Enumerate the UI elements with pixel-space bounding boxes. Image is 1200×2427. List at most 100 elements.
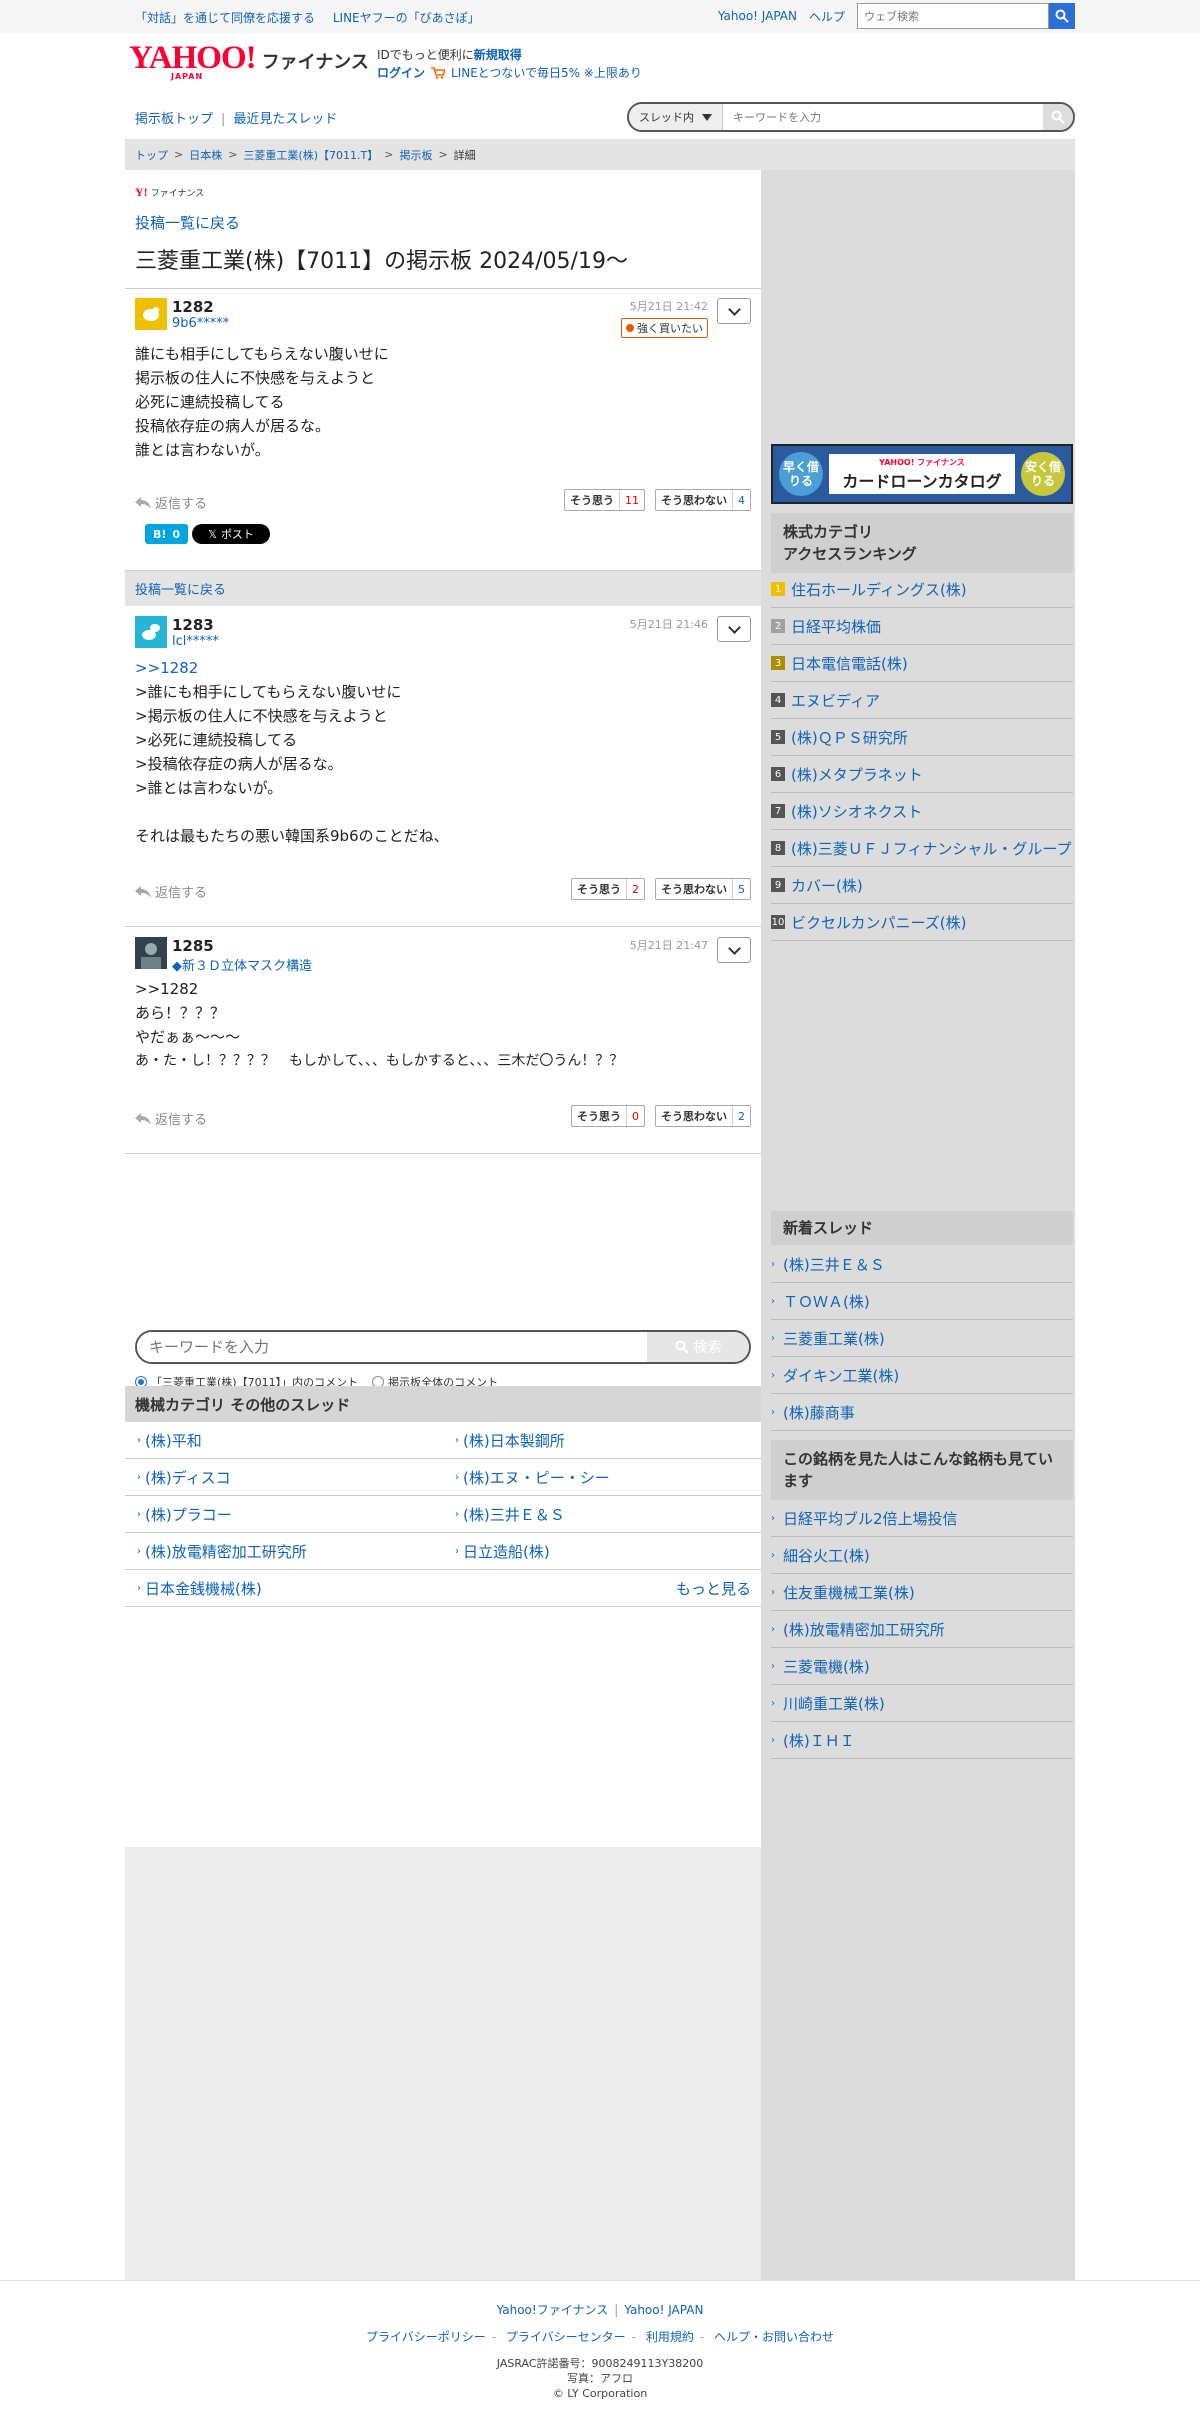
thread-link[interactable]: 日立造船(株) <box>463 1541 550 1562</box>
search-scope-select[interactable]: スレッド内 <box>629 104 723 130</box>
agree-button[interactable]: そう思う 11 <box>564 489 645 511</box>
avatar[interactable] <box>135 616 167 648</box>
thread-link[interactable]: (株)ディスコ <box>145 1467 231 1488</box>
stock-list-item[interactable]: › (株)藤商事 <box>771 1394 1073 1431</box>
thread-link[interactable]: (株)エヌ・ピー・シー <box>463 1467 610 1488</box>
stock-link[interactable]: (株)藤商事 <box>783 1402 855 1423</box>
stock-list-item[interactable]: › 三菱電機(株) <box>771 1648 1073 1685</box>
category-thread[interactable]: › (株)エヌ・ピー・シー <box>443 1467 761 1488</box>
web-search-input[interactable] <box>857 3 1049 29</box>
stock-list-item[interactable]: › (株)三井Ｅ＆Ｓ <box>771 1246 1073 1283</box>
stock-link[interactable]: 住友重機械工業(株) <box>783 1582 915 1603</box>
ranking-item[interactable]: 9 カバー(株) <box>771 867 1073 904</box>
breadcrumb-jp-stocks[interactable]: 日本株 <box>189 147 222 163</box>
stock-link[interactable]: 日本電信電話(株) <box>791 653 908 674</box>
privacy-center-link[interactable]: プライバシーセンター <box>506 2330 626 2344</box>
disagree-button[interactable]: そう思わない 4 <box>655 489 751 511</box>
more-link[interactable]: もっと見る <box>676 1578 761 1599</box>
category-thread[interactable]: › (株)三井Ｅ＆Ｓ <box>443 1504 761 1525</box>
thread-link[interactable]: (株)平和 <box>145 1430 202 1451</box>
x-post-button[interactable]: 𝕏 ポスト <box>192 524 270 544</box>
privacy-policy-link[interactable]: プライバシーポリシー <box>366 2330 486 2344</box>
stock-list-item[interactable]: › 三菱重工業(株) <box>771 1320 1073 1357</box>
post-menu-button[interactable] <box>717 298 751 324</box>
breadcrumb-bbs[interactable]: 掲示板 <box>399 147 432 163</box>
help-contact-link[interactable]: ヘルプ・お問い合わせ <box>714 2330 834 2344</box>
stock-link[interactable]: ＴＯＷＡ(株) <box>783 1291 870 1312</box>
back-to-list-link-2[interactable]: 投稿一覧に戻る <box>135 579 226 598</box>
post-menu-button[interactable] <box>717 616 751 642</box>
category-thread[interactable]: › (株)日本製鋼所 <box>443 1430 761 1451</box>
yahoo-japan-link[interactable]: Yahoo! JAPAN <box>718 9 797 23</box>
footer-yahoo-link[interactable]: Yahoo! JAPAN <box>624 2303 703 2317</box>
post-user[interactable]: 9b6***** <box>172 316 229 331</box>
stock-link[interactable]: (株)ソシオネクスト <box>791 801 922 822</box>
reply-button[interactable]: 返信する <box>135 493 207 512</box>
ranking-item[interactable]: 5 (株)ＱＰＳ研究所 <box>771 719 1073 756</box>
stock-link[interactable]: (株)放電精密加工研究所 <box>783 1619 945 1640</box>
stock-link[interactable]: (株)三菱ＵＦＪフィナンシャル・グループ <box>791 838 1072 859</box>
disagree-button[interactable]: そう思わない 2 <box>655 1105 751 1127</box>
thread-link[interactable]: (株)日本製鋼所 <box>463 1430 565 1451</box>
bbs-top-link[interactable]: 掲示板トップ <box>135 112 213 127</box>
avatar[interactable] <box>135 937 167 969</box>
ranking-item[interactable]: 6 (株)メタプラネット <box>771 756 1073 793</box>
post-menu-button[interactable] <box>717 937 751 963</box>
ranking-item[interactable]: 7 (株)ソシオネクスト <box>771 793 1073 830</box>
category-thread[interactable]: › (株)ディスコ <box>125 1467 443 1488</box>
category-thread[interactable]: › 日本金銭機械(株) <box>125 1578 443 1599</box>
stock-list-item[interactable]: › (株)ＩＨＩ <box>771 1722 1073 1759</box>
footer-finance-link[interactable]: Yahoo!ファイナンス <box>497 2303 609 2317</box>
stock-link[interactable]: (株)ＱＰＳ研究所 <box>791 727 908 748</box>
stock-link[interactable]: エヌビディア <box>791 690 880 711</box>
hatena-bookmark-button[interactable]: B! 0 <box>145 524 189 544</box>
stock-link[interactable]: ビクセルカンパニーズ(株) <box>791 912 967 933</box>
stock-link[interactable]: 住石ホールディングス(株) <box>791 579 967 600</box>
keyword-search-button[interactable]: 検索 <box>647 1332 749 1362</box>
post-reference-link[interactable]: >>1282 <box>135 656 449 680</box>
stock-list-item[interactable]: › 住友重機械工業(株) <box>771 1574 1073 1611</box>
stock-link[interactable]: 三菱重工業(株) <box>783 1328 885 1349</box>
stock-link[interactable]: 日経平均株価 <box>791 616 881 637</box>
promo-link-1[interactable]: 「対話」を通じて同僚を応援する <box>135 11 315 25</box>
recent-threads-link[interactable]: 最近見たスレッド <box>233 112 337 127</box>
web-search-button[interactable] <box>1049 3 1075 29</box>
thread-link[interactable]: 日本金銭機械(株) <box>145 1578 262 1599</box>
stock-link[interactable]: ダイキン工業(株) <box>783 1365 899 1386</box>
disagree-button[interactable]: そう思わない 5 <box>655 878 751 900</box>
stock-link[interactable]: (株)メタプラネット <box>791 764 923 785</box>
signup-link[interactable]: 新規取得 <box>474 48 522 62</box>
stock-list-item[interactable]: › 日経平均ブル2倍上場投信 <box>771 1500 1073 1537</box>
post-user[interactable]: ◆新３Ｄ立体マスク構造 <box>172 955 312 974</box>
agree-button[interactable]: そう思う 2 <box>571 878 645 900</box>
stock-link[interactable]: カバー(株) <box>791 875 863 896</box>
ranking-item[interactable]: 1 住石ホールディングス(株) <box>771 571 1073 608</box>
category-thread[interactable]: › (株)プラコー <box>125 1504 443 1525</box>
bbs-search-input[interactable] <box>723 110 1043 124</box>
help-link[interactable]: ヘルプ <box>809 8 845 25</box>
breadcrumb-stock[interactable]: 三菱重工業(株)【7011.T】 <box>243 147 378 163</box>
reply-button[interactable]: 返信する <box>135 882 207 901</box>
post-user[interactable]: lcl***** <box>172 634 219 649</box>
thread-link[interactable]: (株)三井Ｅ＆Ｓ <box>463 1504 565 1525</box>
stock-list-item[interactable]: › ＴＯＷＡ(株) <box>771 1283 1073 1320</box>
ranking-item[interactable]: 3 日本電信電話(株) <box>771 645 1073 682</box>
yahoo-finance-logo[interactable]: YAHOO! JAPAN ファイナンス <box>129 42 369 82</box>
avatar[interactable] <box>135 298 167 330</box>
breadcrumb-top[interactable]: トップ <box>135 147 168 163</box>
category-thread[interactable]: › (株)平和 <box>125 1430 443 1451</box>
login-link[interactable]: ログイン <box>377 64 425 82</box>
terms-link[interactable]: 利用規約 <box>646 2330 694 2344</box>
category-thread[interactable]: › (株)放電精密加工研究所 <box>125 1541 443 1562</box>
ranking-item[interactable]: 2 日経平均株価 <box>771 608 1073 645</box>
line-promo-link[interactable]: LINEとつないで毎日5% ※上限あり <box>451 64 642 82</box>
promo-link-2[interactable]: LINEヤフーの「ぴあさぽ」 <box>333 11 480 25</box>
keyword-input[interactable] <box>137 1332 647 1362</box>
stock-link[interactable]: 日経平均ブル2倍上場投信 <box>783 1508 958 1529</box>
ranking-item[interactable]: 8 (株)三菱ＵＦＪフィナンシャル・グループ <box>771 830 1073 867</box>
category-thread[interactable]: › 日立造船(株) <box>443 1541 761 1562</box>
ranking-item[interactable]: 4 エヌビディア <box>771 682 1073 719</box>
stock-link[interactable]: 川崎重工業(株) <box>783 1693 885 1714</box>
back-to-list-link[interactable]: 投稿一覧に戻る <box>135 212 240 233</box>
ranking-item[interactable]: 10 ビクセルカンパニーズ(株) <box>771 904 1073 941</box>
